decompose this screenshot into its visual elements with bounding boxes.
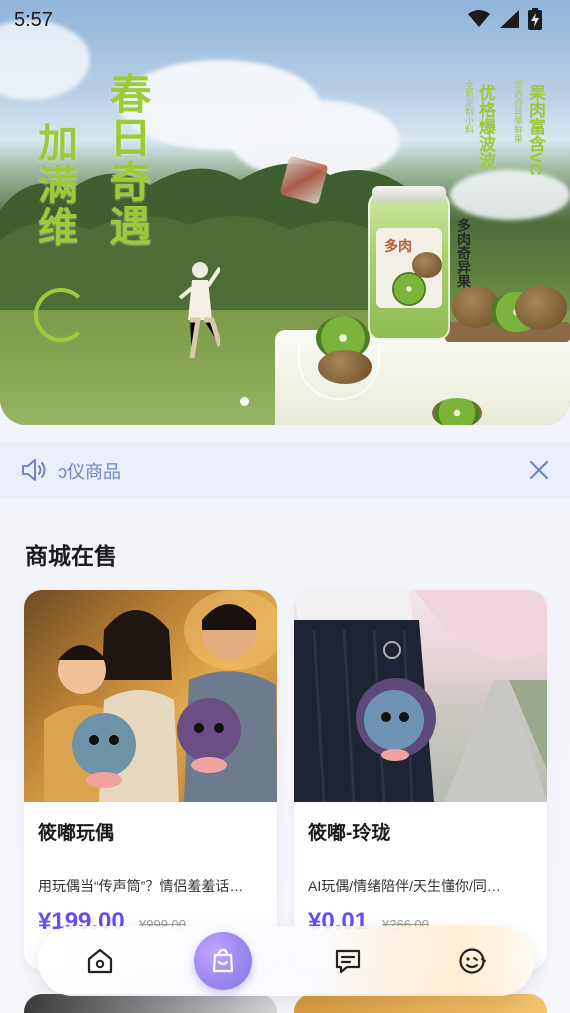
promo-banner[interactable]: 多肉 加满维 春日奇遇 果肉富含VC 优选奇异果鲜果 优格爆波波 全新定制小料 … xyxy=(0,0,570,425)
product-image xyxy=(24,590,277,802)
banner-tagline-vc: 果肉富含VC xyxy=(526,84,545,176)
product-card[interactable]: 筱嘟玩偶 用玩偶当“传声筒”？情侣羞羞话… ¥199.00 ¥999.00 xyxy=(24,590,277,970)
cellular-signal-icon xyxy=(500,10,519,28)
jar-label-text: 多肉 xyxy=(384,238,412,254)
kiwi-whole xyxy=(412,252,442,278)
message-icon xyxy=(335,949,361,974)
product-image xyxy=(294,590,547,802)
tab-profile[interactable] xyxy=(452,941,492,981)
banner-tagline-pop-sub: 全新定制小料 xyxy=(464,80,474,134)
close-icon[interactable] xyxy=(528,459,550,481)
product-description: AI玩偶/情绪陪伴/天生懂你/同… xyxy=(308,878,501,894)
battery-charging-icon xyxy=(528,8,542,30)
banner-ring-mark xyxy=(34,288,88,342)
speaker-icon xyxy=(22,459,46,481)
profile-face-icon xyxy=(459,948,486,974)
banner-pagination xyxy=(240,397,249,406)
tab-home[interactable] xyxy=(80,941,120,981)
pagination-dot-active[interactable] xyxy=(240,397,249,406)
home-icon xyxy=(87,948,113,974)
blossom-photo xyxy=(294,590,547,802)
banner-tagline-pop: 优格爆波波 xyxy=(476,84,495,169)
notice-bar[interactable]: ɔ仪商品 xyxy=(0,441,570,499)
product-card[interactable]: 筱嘟-玲珑 AI玩偶/情绪陪伴/天生懂你/同… ¥0.01 ¥266.00 xyxy=(294,590,547,970)
banner-product-name: 多肉奇异果 xyxy=(456,218,472,288)
family-photo xyxy=(44,590,277,802)
product-name: 筱嘟-玲珑 xyxy=(308,823,391,844)
section-title: 商城在售 xyxy=(25,543,117,569)
product-card-peek[interactable] xyxy=(294,994,547,1013)
kiwi-whole xyxy=(318,350,372,384)
jar-lid xyxy=(372,186,446,202)
product-card-peek[interactable] xyxy=(24,994,277,1013)
status-icons xyxy=(468,8,542,30)
notice-text: ɔ仪商品 xyxy=(58,462,121,482)
banner-headline-left: 加满维 xyxy=(32,122,76,248)
product-name: 筱嘟玩偶 xyxy=(38,823,115,844)
kiwi-slice xyxy=(432,398,482,425)
tab-messages[interactable] xyxy=(328,941,368,981)
shop-bag-icon xyxy=(212,948,234,973)
banner-headline-main: 春日奇遇 xyxy=(104,72,151,248)
bottom-tab-bar xyxy=(38,926,534,996)
kiwi-whole xyxy=(515,286,567,330)
banner-tagline-vc-sub: 优选奇异果鲜果 xyxy=(513,80,523,143)
wifi-icon xyxy=(468,10,490,27)
product-description: 用玩偶当“传声筒”？情侣羞羞话… xyxy=(38,878,244,894)
status-time: 5:57 xyxy=(14,9,53,31)
status-bar: 5:57 xyxy=(0,0,570,40)
tab-shop[interactable] xyxy=(194,932,252,990)
running-person-figure xyxy=(178,262,220,359)
